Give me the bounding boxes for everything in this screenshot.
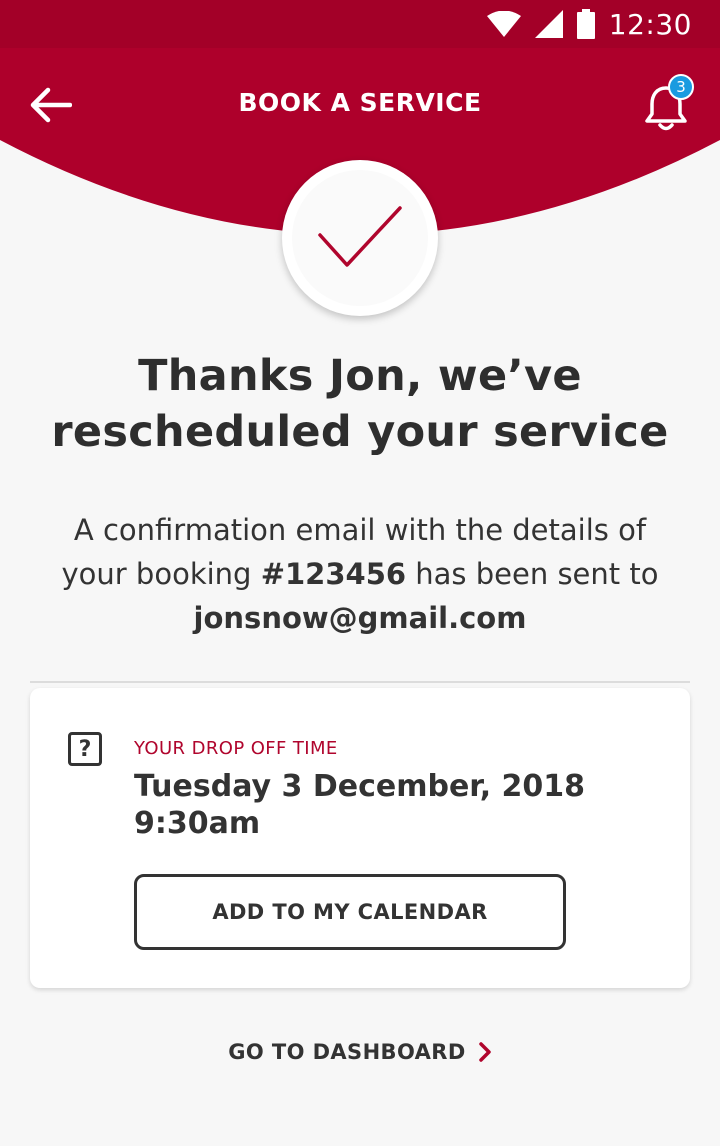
drop-off-date: Tuesday 3 December, 2018 — [134, 769, 586, 804]
drop-off-card: ? YOUR DROP OFF TIME Tuesday 3 December,… — [30, 688, 690, 988]
wifi-icon — [486, 11, 521, 37]
drop-off-label: YOUR DROP OFF TIME — [134, 738, 338, 759]
status-time: 12:30 — [608, 7, 692, 41]
add-to-calendar-button[interactable]: ADD TO MY CALENDAR — [134, 874, 566, 950]
notification-badge: 3 — [668, 74, 694, 100]
email-address: jonsnow@gmail.com — [193, 601, 527, 635]
battery-icon — [576, 9, 595, 39]
go-to-dashboard-link[interactable]: GO TO DASHBOARD — [0, 1040, 720, 1064]
checkmark-icon — [318, 206, 402, 267]
status-icons: 12:30 — [486, 7, 692, 41]
chevron-right-icon — [478, 1042, 491, 1062]
drop-off-datetime: Tuesday 3 December, 2018 9:30am — [134, 768, 585, 842]
help-box-icon: ? — [68, 732, 102, 766]
drop-off-time: 9:30am — [134, 806, 261, 841]
confirmation-heading: Thanks Jon, we’ve rescheduled your servi… — [20, 348, 700, 460]
divider — [30, 681, 690, 683]
page-title: BOOK A SERVICE — [238, 88, 482, 117]
confirmation-badge — [282, 160, 438, 316]
app-bar: BOOK A SERVICE 3 — [0, 48, 720, 160]
message-text-2: has been sent to — [406, 557, 659, 591]
heading-line-1: Thanks Jon, we’ve — [138, 351, 582, 401]
dashboard-link-label: GO TO DASHBOARD — [228, 1040, 466, 1064]
heading-line-2: rescheduled your service — [51, 407, 669, 457]
confirmation-message: A confirmation email with the details of… — [40, 508, 680, 640]
notifications-button[interactable]: 3 — [644, 74, 694, 131]
booking-reference: #123456 — [260, 557, 407, 591]
status-bar: 12:30 — [0, 0, 720, 48]
cell-signal-icon — [534, 10, 563, 38]
